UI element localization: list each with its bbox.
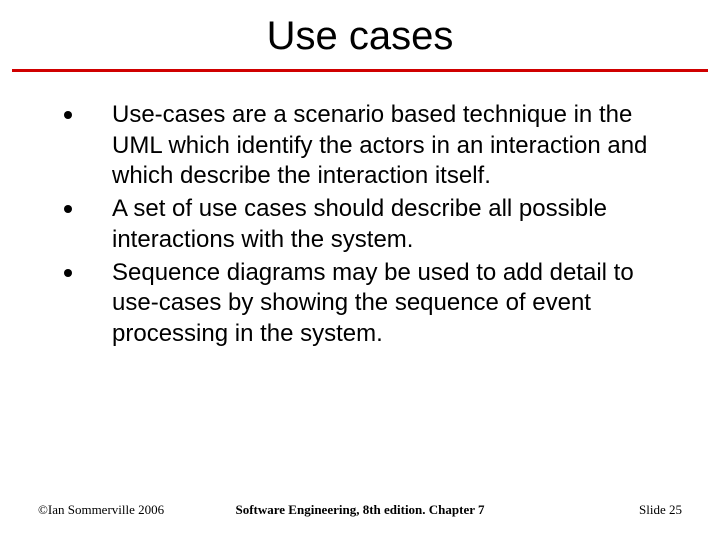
- bullet-text: Sequence diagrams may be used to add det…: [112, 259, 634, 347]
- slide-footer: ©Ian Sommerville 2006 Software Engineeri…: [0, 502, 720, 518]
- bullet-icon: [64, 111, 72, 119]
- bullet-text: A set of use cases should describe all p…: [112, 195, 607, 253]
- list-item: Use-cases are a scenario based technique…: [40, 100, 680, 192]
- slide-title: Use cases: [0, 0, 720, 69]
- footer-copyright: ©Ian Sommerville 2006: [38, 502, 164, 518]
- bullet-icon: [64, 205, 72, 213]
- bullet-icon: [64, 269, 72, 277]
- slide-body: Use-cases are a scenario based technique…: [0, 72, 720, 350]
- bullet-list: Use-cases are a scenario based technique…: [40, 100, 680, 350]
- list-item: Sequence diagrams may be used to add det…: [40, 258, 680, 350]
- list-item: A set of use cases should describe all p…: [40, 194, 680, 255]
- footer-slide-number: Slide 25: [639, 502, 682, 518]
- slide: Use cases Use-cases are a scenario based…: [0, 0, 720, 540]
- bullet-text: Use-cases are a scenario based technique…: [112, 101, 647, 189]
